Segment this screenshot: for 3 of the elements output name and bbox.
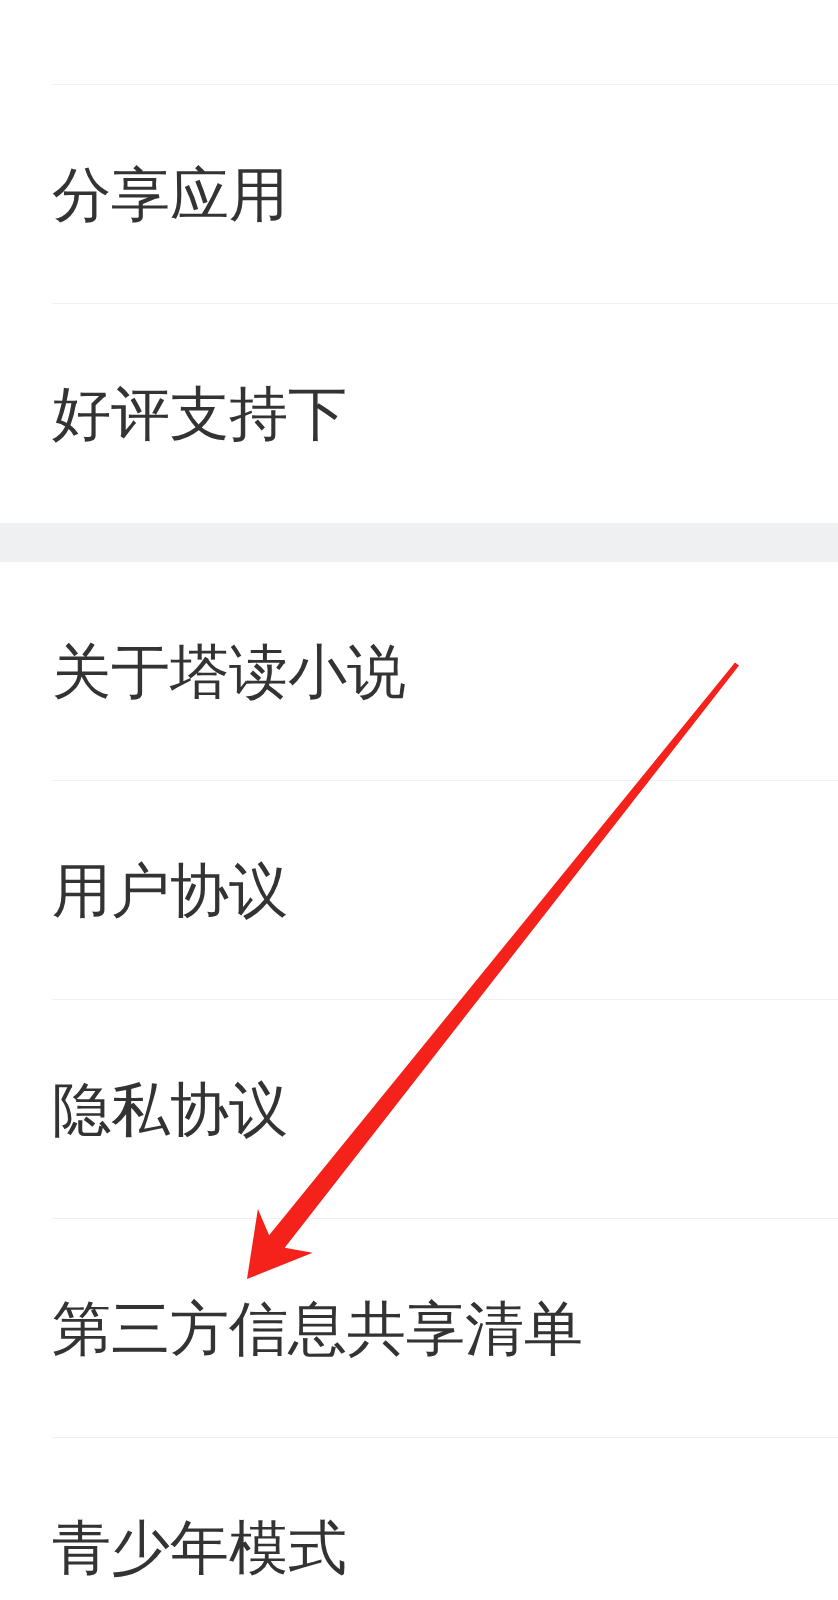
- settings-item[interactable]: 青少年模式: [52, 1438, 838, 1600]
- settings-item[interactable]: 好评支持下: [52, 304, 838, 523]
- settings-item[interactable]: 分享应用: [52, 85, 838, 304]
